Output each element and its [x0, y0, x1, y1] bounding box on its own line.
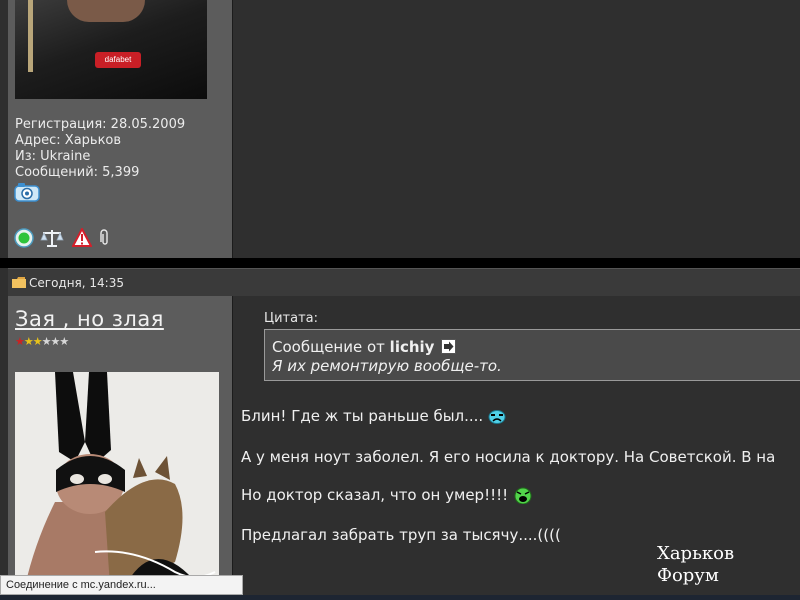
post-header [8, 268, 800, 297]
post-date: Сегодня, 14:35 [29, 276, 124, 290]
quote-label: Цитата: [264, 311, 318, 326]
crying-smiley-icon [488, 410, 506, 424]
avatar-cue-shape [28, 0, 33, 72]
avatar-face-shape [67, 0, 145, 22]
taskbar [0, 595, 800, 600]
avatar[interactable] [15, 372, 219, 586]
avatar-image [15, 372, 219, 586]
user-rating-stars: ★★★★★★ [15, 335, 69, 348]
post-folder-icon [12, 277, 26, 288]
scales-icon[interactable] [40, 228, 64, 248]
star-empty-icon: ★ [41, 335, 52, 348]
online-icon[interactable] [14, 228, 34, 248]
user-country: Из: Ukraine [15, 149, 91, 164]
avatar-logo: dafabet [95, 52, 141, 68]
star-filled-icon: ★ [32, 335, 43, 348]
quote-prefix: Сообщение от [272, 338, 390, 356]
message-line-text: Блин! Где ж ты раньше был.... [241, 407, 484, 425]
quote-text: Я их ремонтирую вообще-то. [272, 357, 502, 375]
divider [232, 0, 233, 258]
post-separator [0, 258, 800, 268]
username-link[interactable]: Зая , но злая [15, 305, 164, 333]
status-bar: Соединение с mc.yandex.ru... [0, 575, 243, 595]
star-filled-icon: ★ [15, 335, 25, 348]
user-address: Адрес: Харьков [15, 133, 122, 148]
view-post-arrow-icon[interactable] [441, 339, 457, 354]
star-empty-icon: ★ [59, 335, 69, 348]
angry-smiley-icon [514, 487, 532, 505]
camera-icon[interactable] [14, 182, 40, 202]
registration-date: Регистрация: 28.05.2009 [15, 117, 186, 132]
warning-icon[interactable] [72, 228, 92, 248]
message-line-text: Но доктор сказал, что он умер!!!! [241, 486, 509, 504]
message-line: Блин! Где ж ты раньше был.... [241, 407, 506, 426]
paperclip-icon[interactable] [100, 229, 110, 247]
quote-header: Сообщение от lichiy [272, 338, 457, 357]
watermark: Харьков Форум [657, 543, 735, 586]
avatar[interactable]: dafabet [15, 0, 207, 99]
message-count: Сообщений: 5,399 [15, 165, 140, 180]
message-line: Но доктор сказал, что он умер!!!! [241, 486, 533, 505]
top-post-content [233, 0, 800, 258]
message-line: Предлагал забрать труп за тысячу....(((( [241, 526, 561, 544]
quote-author-link[interactable]: lichiy [390, 338, 435, 356]
message-line: А у меня ноут заболел. Я его носила к до… [241, 448, 776, 466]
star-filled-icon: ★ [23, 335, 34, 348]
divider [232, 296, 233, 586]
